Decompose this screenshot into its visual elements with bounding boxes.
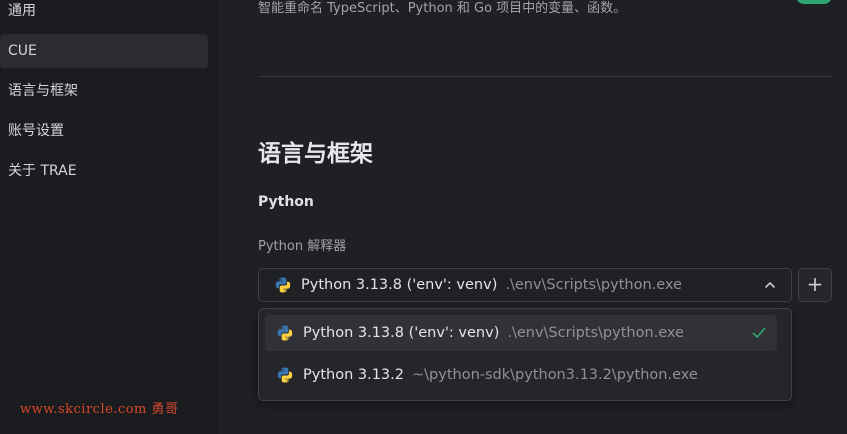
settings-main: 智能重命名 TypeScript、Python 和 Go 项目中的变量、函数。 … [218,0,847,434]
option-name: Python 3.13.8 ('env': venv) [303,325,500,341]
rename-setting-description: 智能重命名 TypeScript、Python 和 Go 项目中的变量、函数。 [258,1,627,16]
chevron-up-icon [765,282,775,288]
plus-icon: + [806,272,824,296]
interpreter-select[interactable]: Python 3.13.8 ('env': venv) .\env\Script… [258,268,792,302]
python-icon [277,367,293,383]
option-name: Python 3.13.2 [303,367,404,383]
python-subtitle: Python [258,194,314,210]
interpreter-option[interactable]: Python 3.13.8 ('env': venv) .\env\Script… [265,315,777,351]
watermark: www.skcircle.com 勇哥 [20,402,179,417]
rename-toggle[interactable] [796,0,832,4]
option-path: .\env\Scripts\python.exe [507,325,684,341]
section-title: 语言与框架 [258,141,373,167]
python-icon [277,325,293,341]
option-path: ~\python-sdk\python3.13.2\python.exe [412,367,698,383]
interpreter-option[interactable]: Python 3.13.2 ~\python-sdk\python3.13.2\… [265,357,777,393]
sidebar-item-cue[interactable]: CUE [0,34,208,68]
sidebar-item-general[interactable]: 通用 [0,0,208,28]
sidebar-item-about[interactable]: 关于 TRAE [0,154,208,188]
python-icon [275,277,291,293]
interpreter-label: Python 解释器 [258,239,347,254]
section-divider [258,76,832,77]
interpreter-dropdown: Python 3.13.8 ('env': venv) .\env\Script… [258,308,792,401]
settings-sidebar: 通用 CUE 语言与框架 账号设置 关于 TRAE [0,0,218,434]
check-icon [752,327,766,338]
selected-interpreter-path: .\env\Scripts\python.exe [505,277,682,293]
selected-interpreter-name: Python 3.13.8 ('env': venv) [301,277,498,293]
sidebar-item-languages-frameworks[interactable]: 语言与框架 [0,74,208,108]
add-interpreter-button[interactable]: + [798,268,832,302]
sidebar-item-account-settings[interactable]: 账号设置 [0,114,208,148]
